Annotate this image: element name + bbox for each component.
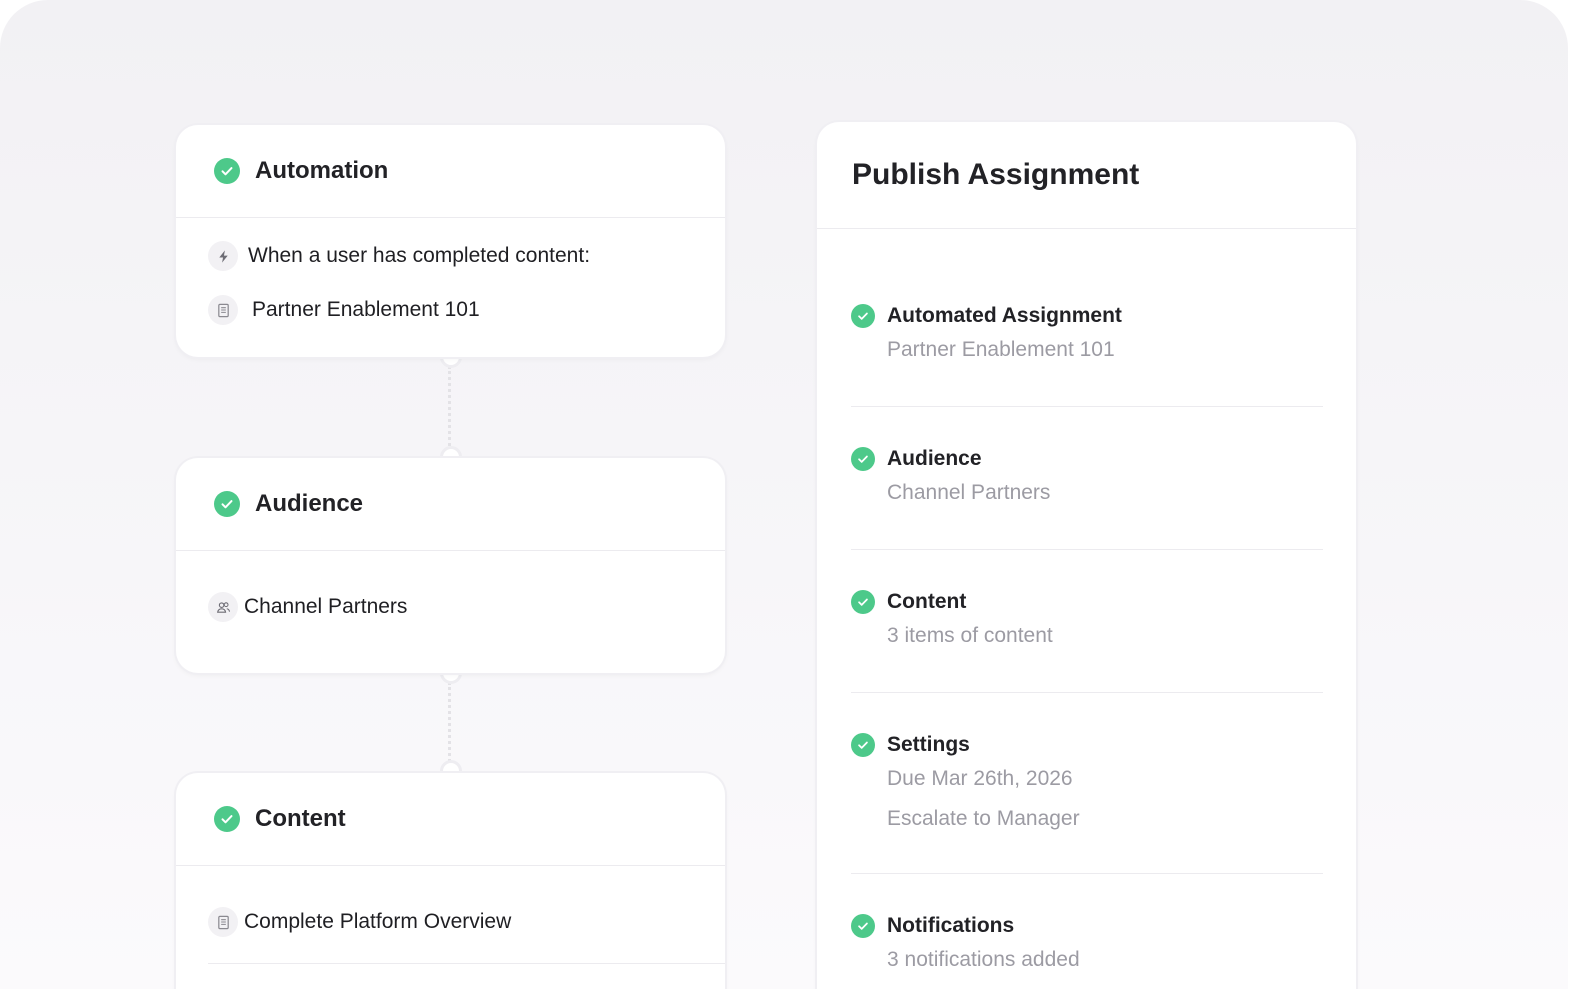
step-detail: Partner Enablement 101 <box>887 338 1115 361</box>
check-circle-icon <box>851 447 875 471</box>
check-circle-icon <box>214 158 240 184</box>
document-icon <box>208 295 238 325</box>
step-detail: Escalate to Manager <box>887 807 1080 830</box>
content-divider <box>208 963 725 964</box>
step-automated-assignment[interactable]: Automated Assignment Partner Enablement … <box>851 304 1323 362</box>
check-circle-icon <box>851 914 875 938</box>
check-circle-icon <box>851 590 875 614</box>
step-notifications[interactable]: Notifications 3 notifications added <box>851 914 1323 972</box>
step-detail: 3 items of content <box>887 624 1053 647</box>
automation-content-row[interactable]: Partner Enablement 101 <box>208 295 480 325</box>
publish-assignment-panel: Publish Assignment Automated Assignment … <box>817 122 1356 989</box>
check-circle-icon <box>214 491 240 517</box>
document-icon <box>208 907 238 937</box>
step-title: Content <box>887 590 967 613</box>
step-divider <box>851 549 1323 550</box>
step-detail: 3 notifications added <box>887 948 1080 971</box>
step-settings[interactable]: Settings Due Mar 26th, 2026 Escalate to … <box>851 733 1323 831</box>
step-detail: Channel Partners <box>887 481 1051 504</box>
automation-card-title: Automation <box>255 157 389 184</box>
step-detail: Due Mar 26th, 2026 <box>887 767 1073 790</box>
automation-trigger-row: When a user has completed content: <box>208 241 590 271</box>
step-title: Automated Assignment <box>887 304 1122 327</box>
content-item-row[interactable]: Complete Platform Overview <box>208 907 511 937</box>
step-content[interactable]: Content 3 items of content <box>851 590 1323 648</box>
users-icon <box>208 592 238 622</box>
publish-panel-header: Publish Assignment <box>817 122 1356 229</box>
step-divider <box>851 873 1323 874</box>
app-frame: Automation When a user has completed con… <box>0 0 1568 989</box>
check-circle-icon <box>214 806 240 832</box>
step-divider <box>851 406 1323 407</box>
step-title: Notifications <box>887 914 1015 937</box>
content-item-label: Complete Platform Overview <box>244 910 512 933</box>
bolt-icon <box>208 241 238 271</box>
step-title: Settings <box>887 733 970 756</box>
publish-panel-title: Publish Assignment <box>852 158 1140 191</box>
check-circle-icon <box>851 304 875 328</box>
audience-card[interactable]: Audience Channel Partners <box>176 458 725 673</box>
check-circle-icon <box>851 733 875 757</box>
step-audience[interactable]: Audience Channel Partners <box>851 447 1323 505</box>
audience-item-row[interactable]: Channel Partners <box>208 592 407 622</box>
automation-card[interactable]: Automation When a user has completed con… <box>176 125 725 357</box>
automation-content-label: Partner Enablement 101 <box>252 298 480 321</box>
step-divider <box>851 692 1323 693</box>
audience-card-header: Audience <box>176 458 725 551</box>
automation-card-header: Automation <box>176 125 725 218</box>
audience-item-label: Channel Partners <box>244 595 408 618</box>
audience-card-title: Audience <box>255 490 364 517</box>
automation-trigger-label: When a user has completed content: <box>248 244 591 267</box>
step-title: Audience <box>887 447 982 470</box>
connector-line <box>448 366 451 458</box>
content-card[interactable]: Content Complete Platform Overview <box>176 773 725 989</box>
content-card-title: Content <box>255 805 346 832</box>
content-card-header: Content <box>176 773 725 866</box>
